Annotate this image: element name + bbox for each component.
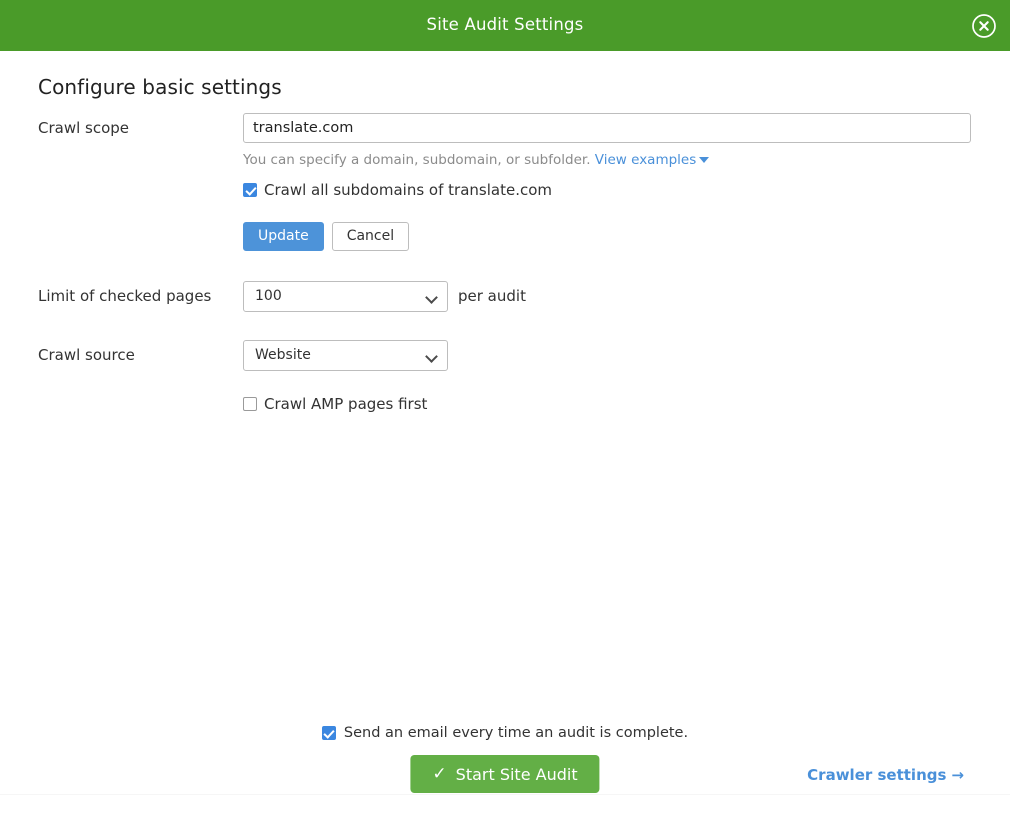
crawl-scope-input[interactable] bbox=[243, 113, 971, 143]
crawl-scope-row: Crawl scope You can specify a domain, su… bbox=[38, 113, 972, 251]
crawl-amp-checkbox[interactable] bbox=[243, 397, 257, 412]
start-site-audit-button[interactable]: ✓ Start Site Audit bbox=[410, 755, 600, 793]
hint-text: You can specify a domain, subdomain, or … bbox=[243, 152, 591, 168]
crawl-scope-label: Crawl scope bbox=[38, 119, 130, 137]
start-site-audit-label: Start Site Audit bbox=[455, 764, 578, 784]
check-icon: ✓ bbox=[432, 763, 447, 784]
crawl-scope-hint: You can specify a domain, subdomain, or … bbox=[243, 152, 972, 170]
footer-area: Send an email every time an audit is com… bbox=[0, 725, 1010, 795]
crawl-subdomains-row[interactable]: Crawl all subdomains of translate.com bbox=[243, 182, 972, 198]
email-notification-label[interactable]: Send an email every time an audit is com… bbox=[344, 725, 688, 741]
crawl-subdomains-label[interactable]: Crawl all subdomains of translate.com bbox=[264, 182, 552, 198]
close-icon[interactable] bbox=[970, 12, 998, 40]
chevron-down-icon[interactable] bbox=[699, 157, 710, 163]
settings-form: Configure basic settings Crawl scope You… bbox=[0, 51, 1010, 804]
crawl-amp-label[interactable]: Crawl AMP pages first bbox=[264, 396, 427, 412]
cancel-button[interactable]: Cancel bbox=[331, 221, 410, 251]
page-limit-select-wrap: 100 bbox=[243, 280, 448, 312]
crawl-subdomains-checkbox[interactable] bbox=[243, 183, 257, 198]
crawl-source-row: Crawl source Website Crawl AMP pages fir… bbox=[38, 339, 972, 412]
email-notification-checkbox[interactable] bbox=[321, 726, 336, 740]
crawl-source-label: Crawl source bbox=[38, 345, 135, 364]
bottom-divider bbox=[0, 794, 1010, 795]
update-button[interactable]: Update bbox=[243, 221, 324, 251]
view-examples-link[interactable]: View examples bbox=[595, 152, 696, 168]
section-title: Configure basic settings bbox=[38, 75, 282, 99]
modal-header: Site Audit Settings bbox=[0, 0, 1010, 51]
crawler-settings-link[interactable]: Crawler settings → bbox=[807, 766, 964, 784]
scope-button-row: Update Cancel bbox=[243, 221, 972, 251]
page-limit-suffix: per audit bbox=[458, 287, 526, 306]
page-limit-row: Limit of checked pages 100 per audit bbox=[38, 280, 972, 312]
crawl-source-select-wrap: Website bbox=[243, 339, 448, 371]
action-row: ✓ Start Site Audit Crawler settings → bbox=[0, 755, 1010, 795]
page-title: Site Audit Settings bbox=[426, 15, 584, 35]
email-notification-row[interactable]: Send an email every time an audit is com… bbox=[0, 725, 1010, 741]
crawl-source-select[interactable]: Website bbox=[243, 339, 448, 371]
crawler-settings-label: Crawler settings bbox=[807, 766, 947, 784]
page-limit-label: Limit of checked pages bbox=[38, 286, 212, 305]
crawl-amp-row[interactable]: Crawl AMP pages first bbox=[243, 396, 972, 412]
page-limit-select[interactable]: 100 bbox=[243, 280, 448, 312]
arrow-right-icon: → bbox=[951, 766, 964, 784]
